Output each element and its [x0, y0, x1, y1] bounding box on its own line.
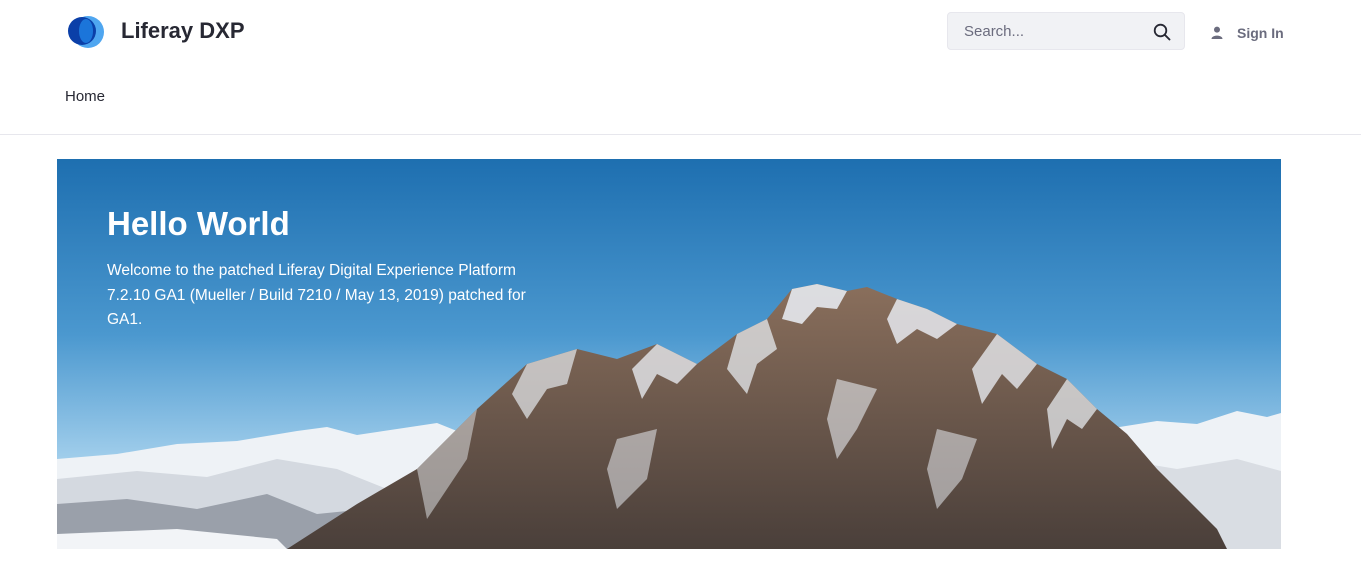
sign-in-link[interactable]: Sign In	[1211, 23, 1284, 43]
liferay-logo[interactable]	[66, 14, 104, 50]
user-icon	[1211, 26, 1223, 39]
hero-description: Welcome to the patched Liferay Digital E…	[107, 262, 526, 328]
search-icon[interactable]	[1153, 23, 1171, 41]
nav-item-home[interactable]: Home	[65, 88, 105, 105]
site-brand-name[interactable]: Liferay DXP	[121, 18, 245, 44]
search-box	[947, 12, 1185, 50]
search-input[interactable]	[948, 13, 1154, 49]
sign-in-label: Sign In	[1237, 25, 1284, 41]
hero-title: Hello World	[107, 205, 290, 242]
hero-banner: Hello World Welcome to the patched Lifer…	[57, 159, 1281, 549]
site-header: Liferay DXP Sign In Home	[0, 0, 1361, 135]
